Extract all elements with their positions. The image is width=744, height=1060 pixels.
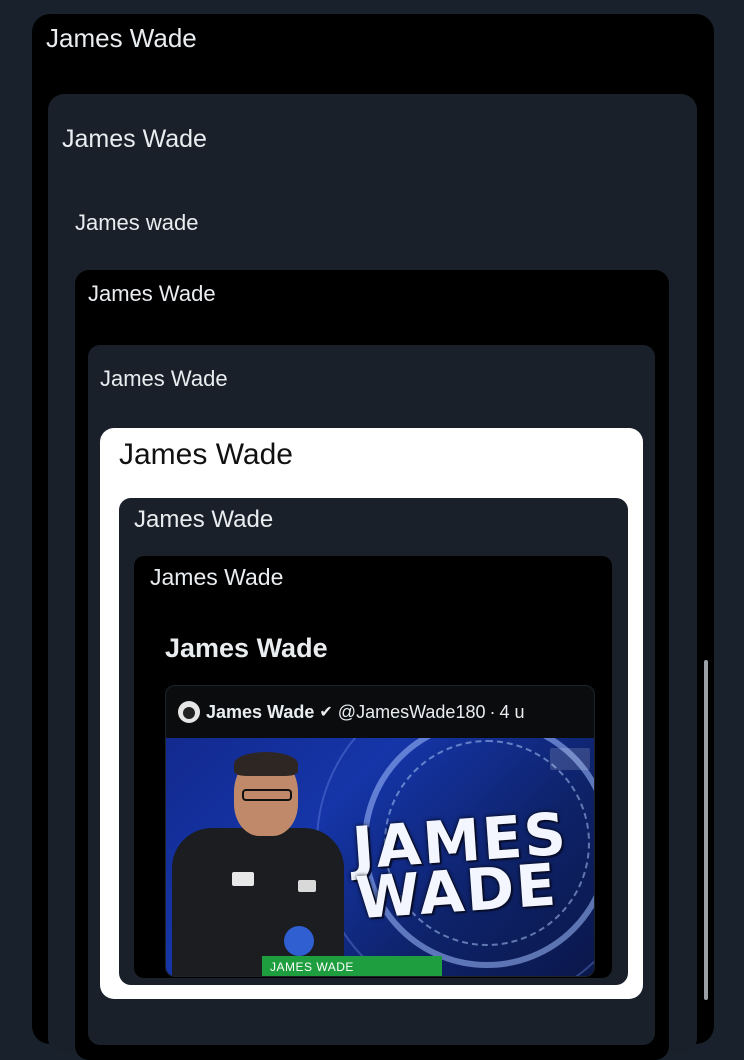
lower-third-name: JAMES WADE — [270, 960, 354, 974]
tweet-card-level-3[interactable]: James Wade James Wade James Wade James W… — [75, 270, 669, 1060]
tweet-card-level-4[interactable]: James Wade James Wade James Wade James W… — [88, 345, 655, 1045]
tweet-text: James wade — [75, 210, 199, 235]
sponsor-patch — [298, 880, 316, 892]
tweet-author-name[interactable]: James Wade — [46, 23, 197, 54]
tweet-card-level-7[interactable]: James Wade James Wade James Wade ✔ @Jame… — [134, 556, 612, 978]
embedded-tweet[interactable]: James Wade ✔ @JamesWade180 · 4 u JAMES W… — [165, 685, 595, 977]
tweet-author-name[interactable]: James Wade — [88, 281, 216, 307]
tweet-author-name[interactable]: James Wade — [62, 125, 207, 154]
tweet-card-level-1[interactable]: James Wade James Wade James wade James W… — [32, 14, 714, 1060]
tweet-author-name[interactable]: James Wade — [150, 564, 283, 591]
lower-third-caption: JAMES WADE — [262, 956, 442, 976]
tweet-card-level-6[interactable]: James Wade James Wade James Wade James W… — [119, 498, 628, 985]
embedded-tweet-handle[interactable]: @JamesWade180 — [338, 702, 486, 723]
avatar[interactable] — [178, 701, 200, 723]
player-figure — [166, 752, 346, 976]
player-hair — [234, 752, 298, 776]
tweet-author-name[interactable]: James Wade — [119, 438, 293, 472]
logo-text: JAMES WADE — [350, 799, 570, 933]
sponsor-patch — [232, 872, 254, 886]
player-shirt — [172, 828, 344, 976]
tweet-text: James Wade — [165, 633, 328, 663]
broadcaster-logo — [550, 748, 590, 770]
verified-badge-icon: ✔ — [319, 704, 333, 721]
embedded-tweet-header: James Wade ✔ @JamesWade180 · 4 u — [178, 700, 525, 724]
embedded-tweet-image[interactable]: JAMES WADE JAMES WADE — [166, 738, 594, 976]
microphone — [284, 926, 314, 956]
separator-dot: · — [489, 701, 496, 722]
tweet-author-name[interactable]: James Wade — [100, 366, 228, 392]
scrollbar[interactable] — [704, 660, 708, 1000]
tweet-author-name[interactable]: James Wade — [134, 506, 273, 534]
embedded-tweet-time[interactable]: 4 u — [499, 702, 524, 723]
tweet-card-level-2[interactable]: James Wade James wade James Wade James W… — [48, 94, 697, 1060]
player-glasses — [242, 789, 292, 801]
embedded-tweet-display-name[interactable]: James Wade — [206, 702, 314, 723]
tweet-card-level-5[interactable]: James Wade James Wade James Wade James W… — [100, 428, 643, 999]
